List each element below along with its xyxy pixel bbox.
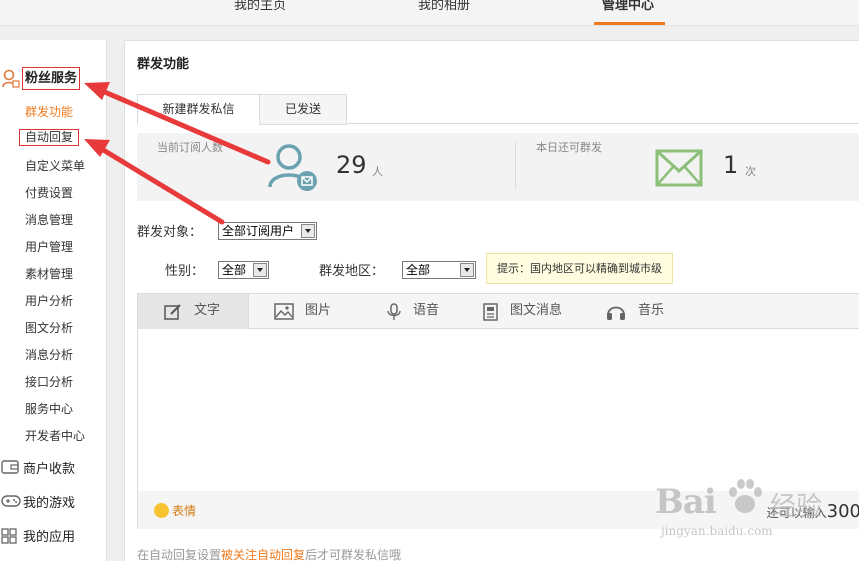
tab-bar: 新建群发私信 已发送 — [137, 94, 859, 125]
nav-my-homepage[interactable]: 我的主页 — [234, 0, 286, 13]
nav-management-center[interactable]: 管理中心 — [602, 0, 654, 13]
sidebar-item-user-management[interactable]: 用户管理 — [25, 238, 73, 255]
bottom-note-prefix: 在自动回复设置 — [137, 548, 222, 561]
target-label: 群发对象： — [137, 225, 203, 240]
chevron-down-icon — [301, 224, 315, 238]
watermark-url: jingyan.baidu.com — [661, 524, 773, 538]
sidebar-section-title: 粉丝服务 — [22, 67, 81, 90]
remaining-sends-label: 本日还可群发 — [536, 141, 602, 154]
stats-panel: 当前订阅人数 29 人 本日还可群发 1 次 — [137, 133, 859, 201]
emoji-label: 表情 — [172, 504, 197, 518]
sidebar-group-label: 商户收款 — [23, 462, 76, 477]
sidebar-item-message-analysis[interactable]: 消息分析 — [25, 346, 73, 363]
editor-toolbar: 文字 图片 语音 图文消息 音乐 — [138, 294, 859, 329]
document-icon — [483, 303, 498, 321]
edit-icon — [164, 304, 181, 320]
region-select[interactable]: 全部 — [402, 261, 476, 279]
page-title: 群发功能 — [137, 57, 190, 72]
tool-image-label: 图片 — [305, 303, 332, 318]
sidebar-item-custom-menu[interactable]: 自定义菜单 — [25, 157, 85, 174]
target-select-value: 全部订阅用户 — [222, 224, 295, 238]
chevron-down-icon — [253, 263, 267, 277]
tool-music[interactable]: 音乐 — [606, 294, 676, 329]
tab-new-mass-message[interactable]: 新建群发私信 — [137, 94, 260, 125]
sidebar-item-mass-send[interactable]: 群发功能 — [25, 103, 73, 120]
gender-label: 性别： — [165, 264, 205, 279]
follow-auto-reply-link[interactable]: 被关注自动回复 — [221, 548, 305, 561]
apps-grid-icon — [1, 528, 17, 548]
image-icon — [274, 303, 294, 320]
subscriber-count-unit: 人 — [372, 165, 383, 178]
gamepad-icon — [1, 494, 21, 512]
sidebar-item-service-center[interactable]: 服务中心 — [25, 400, 73, 417]
remaining-sends-unit: 次 — [745, 165, 756, 178]
sidebar-item-api-analysis[interactable]: 接口分析 — [25, 373, 73, 390]
tab-sent[interactable]: 已发送 — [259, 94, 347, 125]
tool-image[interactable]: 图片 — [272, 294, 352, 329]
microphone-icon — [387, 303, 401, 320]
sidebar-item-material-management[interactable]: 素材管理 — [25, 265, 73, 282]
tool-article[interactable]: 图文消息 — [483, 294, 583, 329]
tool-text[interactable]: 文字 — [138, 294, 249, 329]
region-hint: 提示：国内地区可以精确到城市级 — [486, 253, 673, 284]
gender-select-value: 全部 — [222, 263, 247, 277]
emoji-button[interactable]: 表情 — [154, 502, 196, 519]
gender-select[interactable]: 全部 — [218, 261, 269, 279]
baidu-watermark: Bai 经验 jingyan.baidu.com — [655, 470, 855, 550]
subscriber-user-icon — [267, 141, 319, 196]
tool-article-label: 图文消息 — [510, 303, 563, 318]
sidebar-group-my-apps[interactable]: 我的应用 — [0, 526, 107, 546]
watermark-brand: Bai — [655, 482, 717, 522]
sidebar-item-article-analysis[interactable]: 图文分析 — [25, 319, 73, 336]
sidebar-item-developer-center[interactable]: 开发者中心 — [25, 427, 85, 444]
region-select-value: 全部 — [406, 263, 431, 277]
tool-voice-label: 语音 — [413, 303, 440, 318]
remaining-sends-value: 1 — [723, 151, 739, 179]
envelope-icon — [655, 149, 703, 190]
stats-divider — [515, 141, 516, 189]
nav-my-album[interactable]: 我的相册 — [418, 0, 470, 13]
chevron-down-icon — [460, 263, 474, 277]
sidebar-item-user-analysis[interactable]: 用户分析 — [25, 292, 73, 309]
tool-voice[interactable]: 语音 — [387, 294, 457, 329]
sidebar-item-message-management[interactable]: 消息管理 — [25, 211, 73, 228]
headphones-icon — [607, 306, 625, 320]
sidebar-group-merchant-payment[interactable]: 商户收款 — [0, 458, 107, 478]
bottom-note: 在自动回复设置被关注自动回复后才可群发私信哦 — [137, 546, 401, 561]
subscriber-count-label: 当前订阅人数 — [157, 141, 223, 154]
sidebar-item-auto-reply[interactable]: 自动回复 — [19, 129, 80, 146]
sidebar-group-my-games[interactable]: 我的游戏 — [0, 492, 107, 512]
user-icon — [2, 69, 20, 92]
watermark-brand-cn: 经验 — [770, 492, 823, 522]
sidebar-item-payment-settings[interactable]: 付费设置 — [25, 184, 73, 201]
message-textarea[interactable] — [138, 330, 859, 490]
wallet-icon — [1, 460, 19, 478]
bottom-note-suffix: 后才可群发私信哦 — [305, 548, 402, 561]
sidebar-section-fan-service[interactable]: 粉丝服务 — [0, 67, 107, 91]
region-label: 群发地区： — [319, 264, 385, 279]
tool-text-label: 文字 — [194, 303, 221, 318]
nav-active-indicator — [594, 22, 665, 25]
top-navigation: 我的主页 我的相册 管理中心 — [0, 0, 859, 26]
sidebar: 粉丝服务 群发功能 自动回复 自定义菜单 付费设置 消息管理 用户管理 素材管理… — [0, 40, 107, 561]
target-select[interactable]: 全部订阅用户 — [218, 222, 317, 240]
paw-logo — [725, 478, 765, 521]
subscriber-count-value: 29 — [336, 151, 367, 179]
sidebar-group-label: 我的游戏 — [23, 496, 76, 511]
tool-music-label: 音乐 — [638, 303, 665, 318]
smile-icon — [154, 503, 169, 518]
sidebar-group-label: 我的应用 — [23, 530, 76, 545]
